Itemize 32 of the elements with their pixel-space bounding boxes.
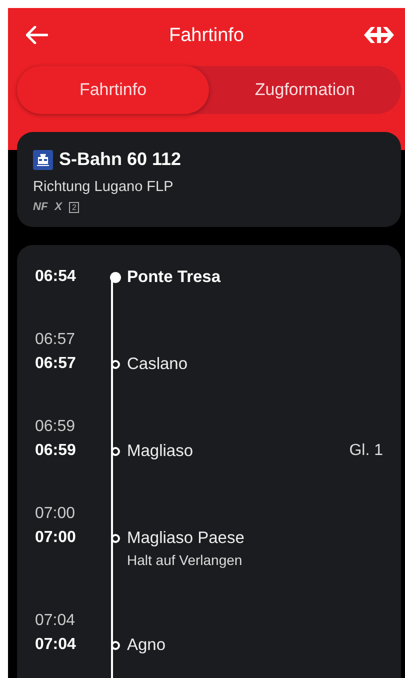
station-name: Magliaso [127, 442, 194, 460]
departure-time: 07:04 [35, 636, 77, 654]
tab[interactable]: Fahrtinfo [17, 66, 209, 114]
stop-dot-icon [110, 446, 120, 456]
departure-time: 07:00 [35, 529, 77, 547]
arrival-time: 07:04 [35, 612, 76, 630]
stop-dot-icon [110, 640, 120, 650]
departure-time: 06:59 [35, 442, 77, 460]
stop-dot-icon [110, 360, 120, 368]
direction-text: Richtung Lugano FLP [33, 179, 174, 195]
service-attribute: X [54, 201, 62, 213]
arrival-time: 06:59 [35, 418, 76, 436]
screen-title: Fahrtinfo [169, 25, 244, 47]
station-name: Magliaso Paese [127, 528, 246, 548]
origin-dot-icon [110, 272, 120, 282]
stop-dot-icon [110, 534, 120, 542]
station-name: Caslano [127, 354, 189, 374]
train-icon [33, 150, 53, 170]
stop-note: Halt auf Verlangen [126, 552, 242, 568]
station-name: Agno [127, 636, 167, 654]
platform-label: Gl. 1 [349, 442, 383, 460]
station-name: Ponte Tresa [127, 268, 222, 286]
arrival-time: 07:00 [35, 505, 76, 523]
tab[interactable]: Zugformation [209, 66, 401, 114]
arrival-time: 06:57 [35, 331, 76, 349]
back-arrow-icon[interactable] [26, 26, 48, 44]
departure-time: 06:54 [35, 268, 77, 286]
class-badge: 2 [69, 202, 80, 212]
departure-time: 06:57 [35, 355, 77, 373]
service-attribute: NF [33, 201, 48, 213]
double-arrow-logo-icon [363, 26, 395, 44]
train-name: S-Bahn 60 112 [59, 149, 182, 170]
